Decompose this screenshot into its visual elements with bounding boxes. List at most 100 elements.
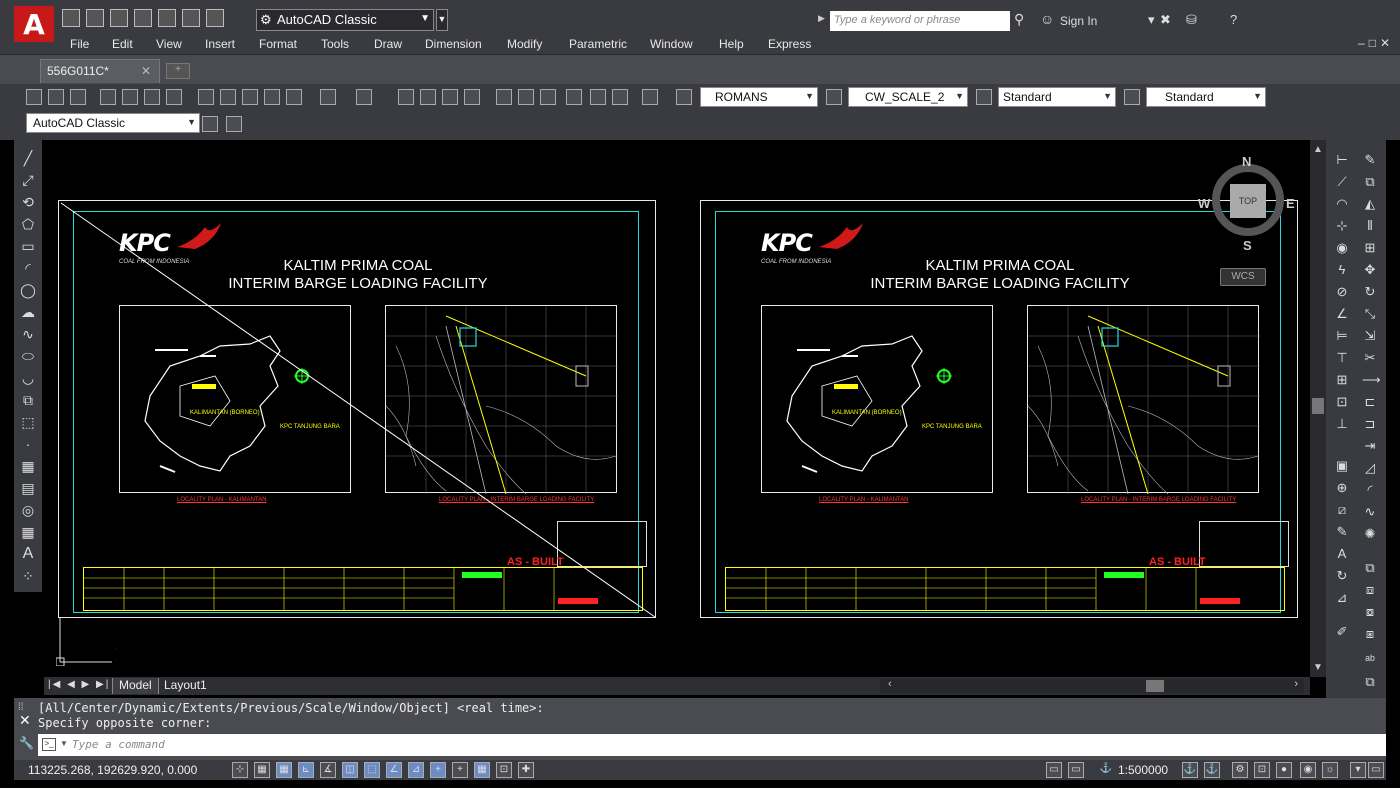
point-icon[interactable]: · <box>20 436 36 452</box>
chevron-down-icon[interactable]: ▼ <box>60 739 68 748</box>
workspace-dropdown[interactable]: ⚙ AutoCAD Classic ▼ <box>256 9 434 31</box>
arc-length-icon[interactable]: ◠ <box>1334 196 1350 212</box>
zoom-window-icon[interactable] <box>442 89 458 105</box>
close-icon[interactable]: ✕ <box>19 712 31 729</box>
dim-edit-icon[interactable]: ✎ <box>1334 524 1350 540</box>
isolate-objects-icon[interactable]: ◉ <box>1300 762 1316 778</box>
annotation-visibility-icon[interactable]: ⚓ <box>1182 762 1198 778</box>
status-menu-icon[interactable]: ▾ <box>1350 762 1366 778</box>
sheet-set-icon[interactable] <box>566 89 582 105</box>
command-input[interactable]: >_ ▼ Type a command <box>38 734 1386 756</box>
window-controls[interactable]: –□✕ <box>1358 36 1394 50</box>
tolerance-icon[interactable]: ⊡ <box>1334 394 1350 410</box>
annotation-scale-icon[interactable]: ⚓ <box>1098 762 1114 778</box>
compass-west[interactable]: W <box>1198 196 1210 211</box>
fillet-icon[interactable]: ◜ <box>1362 482 1378 498</box>
vertical-scrollbar[interactable]: ▲ ▼ <box>1310 140 1326 677</box>
command-prompt-icon[interactable]: >_ <box>42 738 56 751</box>
table-style-icon[interactable] <box>976 89 992 105</box>
auto-scale-icon[interactable]: ⚓ <box>1204 762 1220 778</box>
jogged-dimension-icon[interactable]: ϟ <box>1334 262 1350 278</box>
move-icon[interactable]: ✥ <box>1362 262 1378 278</box>
help-icon[interactable] <box>642 89 658 105</box>
3d-print-icon[interactable] <box>166 89 182 105</box>
chamfer-icon[interactable]: ◿ <box>1362 460 1378 476</box>
help-icon[interactable]: ? <box>1230 12 1237 27</box>
app-store-icon[interactable]: ⛁ <box>1186 12 1197 28</box>
blend-curves-icon[interactable]: ∿ <box>1362 504 1378 520</box>
chevron-down-icon[interactable]: ▾ <box>1148 12 1155 28</box>
block-editor-icon[interactable] <box>286 89 302 105</box>
menu-parametric[interactable]: Parametric <box>569 37 627 51</box>
pan-icon[interactable] <box>398 89 414 105</box>
menu-file[interactable]: File <box>70 37 89 51</box>
dimension-style-dropdown[interactable]: CW_SCALE_2 ▼ <box>848 87 968 107</box>
layout-nav-arrows[interactable]: |◀ ◀ ▶ ▶| <box>48 679 110 690</box>
save-icon[interactable] <box>70 89 86 105</box>
object-snap-tracking-icon[interactable]: ∠ <box>386 762 402 778</box>
new-drawing-tab-button[interactable]: + <box>166 63 190 79</box>
abc-icon[interactable]: ᵃᵇ <box>1362 652 1378 668</box>
customize-qat-button[interactable]: ▼ <box>436 9 448 31</box>
angular-dimension-icon[interactable]: ∠ <box>1334 306 1350 322</box>
transparency-icon[interactable]: ▦ <box>474 762 490 778</box>
baseline-dimension-icon[interactable]: ⊤ <box>1334 350 1350 366</box>
workspace-select[interactable]: AutoCAD Classic ▼ <box>26 113 200 133</box>
undo-icon[interactable] <box>182 9 200 27</box>
compass-south[interactable]: S <box>1243 238 1252 253</box>
object-snap-icon[interactable]: ◫ <box>342 762 358 778</box>
break-at-point-icon[interactable]: ⊏ <box>1362 394 1378 410</box>
viewcube[interactable]: TOP N S E W <box>1198 150 1298 253</box>
erase-icon[interactable]: ✐ <box>1334 624 1350 640</box>
polygon-icon[interactable]: ⬠ <box>20 216 36 232</box>
plot-preview-icon[interactable] <box>122 89 138 105</box>
add-selected-icon[interactable]: ⁘ <box>20 568 36 584</box>
viewcube-top-face[interactable]: TOP <box>1230 184 1266 218</box>
join-icon[interactable]: ⇥ <box>1362 438 1378 454</box>
undo-icon[interactable] <box>320 89 336 105</box>
clean-screen-icon[interactable]: ▭ <box>1368 762 1384 778</box>
multiline-text-icon[interactable]: A <box>20 546 36 562</box>
break-icon[interactable]: ⊐ <box>1362 416 1378 432</box>
search-expand-icon[interactable]: ▶ <box>818 13 825 24</box>
tab-layout1[interactable]: Layout1 <box>158 678 213 694</box>
redo-icon[interactable] <box>356 89 372 105</box>
bring-front-icon[interactable]: ⧈ <box>1362 582 1378 598</box>
mirror-icon[interactable]: ◭ <box>1362 196 1378 212</box>
linear-dimension-icon[interactable]: ⊢ <box>1334 152 1350 168</box>
snap-mode-icon[interactable]: ▦ <box>254 762 270 778</box>
horizontal-scrollbar[interactable]: ‹ › <box>880 678 1304 693</box>
exchange-icon[interactable]: ✖ <box>1160 12 1171 28</box>
workspace-settings-icon[interactable] <box>202 116 218 132</box>
table-icon[interactable]: ▦ <box>20 524 36 540</box>
file-tab-556g011c[interactable]: 556G011C* ✕ <box>40 59 160 83</box>
cut-icon[interactable] <box>198 89 214 105</box>
text-style-icon[interactable] <box>676 89 692 105</box>
dimension-style-icon[interactable] <box>826 89 842 105</box>
hatch-icon[interactable]: ▦ <box>20 458 36 474</box>
radius-dimension-icon[interactable]: ◉ <box>1334 240 1350 256</box>
menu-help[interactable]: Help <box>719 37 744 51</box>
dimension-space-icon[interactable]: ⊥ <box>1334 416 1350 432</box>
menu-insert[interactable]: Insert <box>205 37 235 51</box>
diameter-dimension-icon[interactable]: ⊘ <box>1334 284 1350 300</box>
zoom-previous-icon[interactable] <box>464 89 480 105</box>
open-icon[interactable] <box>48 89 64 105</box>
ordinate-dimension-icon[interactable]: ⊹ <box>1334 218 1350 234</box>
model-space-icon[interactable]: ▭ <box>1046 762 1062 778</box>
qnew-icon[interactable] <box>26 89 42 105</box>
match-properties-icon[interactable] <box>264 89 280 105</box>
redo-icon[interactable] <box>206 9 224 27</box>
revision-cloud-icon[interactable]: ☁ <box>20 304 36 320</box>
hardware-acceleration-icon[interactable]: ● <box>1276 762 1292 778</box>
scroll-right-icon[interactable]: › <box>1294 678 1298 690</box>
send-back-icon[interactable]: ⧇ <box>1362 604 1378 620</box>
extend-icon[interactable]: ⟶ <box>1362 372 1381 388</box>
menu-view[interactable]: View <box>156 37 182 51</box>
multileader-style-dropdown[interactable]: Standard ▼ <box>1146 87 1266 107</box>
scroll-left-icon[interactable]: ‹ <box>888 678 892 690</box>
make-block-icon[interactable]: ⬚ <box>20 414 36 430</box>
new-icon[interactable] <box>62 9 80 27</box>
vertical-scroll-thumb[interactable] <box>1312 398 1324 414</box>
ellipse-icon[interactable]: ⬭ <box>20 348 36 364</box>
